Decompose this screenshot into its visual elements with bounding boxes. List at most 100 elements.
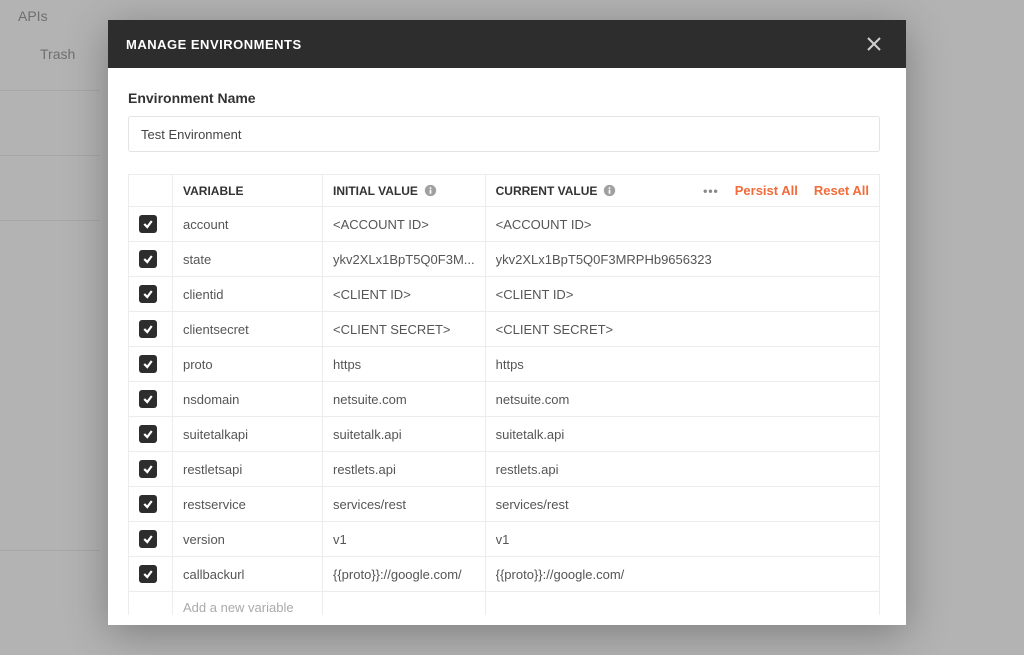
add-variable-placeholder: Add a new variable — [183, 600, 294, 615]
current-value: <CLIENT SECRET> — [496, 322, 869, 337]
current-value-cell[interactable]: <CLIENT ID> — [485, 277, 879, 312]
row-checkbox-cell — [129, 452, 173, 487]
current-value-cell[interactable]: suitetalk.api — [485, 417, 879, 452]
row-checkbox-cell — [129, 277, 173, 312]
add-variable-row[interactable]: Add a new variable — [129, 592, 880, 616]
row-checkbox[interactable] — [139, 390, 157, 408]
current-value-cell[interactable]: services/rest — [485, 487, 879, 522]
check-icon — [142, 393, 154, 405]
initial-value: <CLIENT ID> — [333, 287, 475, 302]
current-value-cell[interactable]: restlets.api — [485, 452, 879, 487]
row-checkbox-cell — [129, 417, 173, 452]
variable-name-cell[interactable]: restletsapi — [173, 452, 323, 487]
variable-name: clientid — [183, 287, 312, 302]
current-value-cell[interactable]: https — [485, 347, 879, 382]
initial-value-cell[interactable]: services/rest — [323, 487, 486, 522]
row-checkbox-cell — [129, 347, 173, 382]
initial-value-cell[interactable]: <CLIENT ID> — [323, 277, 486, 312]
initial-value: https — [333, 357, 475, 372]
persist-all-button[interactable]: Persist All — [735, 183, 798, 198]
row-checkbox[interactable] — [139, 355, 157, 373]
variable-name-cell[interactable]: version — [173, 522, 323, 557]
row-checkbox[interactable] — [139, 460, 157, 478]
variable-name-cell[interactable]: clientsecret — [173, 312, 323, 347]
table-row: state ykv2XLx1BpT5Q0F3M... ykv2XLx1BpT5Q0F… — [129, 242, 880, 277]
initial-value: ykv2XLx1BpT5Q0F3M... — [333, 252, 475, 267]
check-icon — [142, 358, 154, 370]
check-icon — [142, 428, 154, 440]
env-name-input[interactable] — [128, 116, 880, 152]
info-icon[interactable] — [424, 184, 437, 197]
variable-name-cell[interactable]: clientid — [173, 277, 323, 312]
check-icon — [142, 288, 154, 300]
row-checkbox[interactable] — [139, 530, 157, 548]
initial-value: <ACCOUNT ID> — [333, 217, 475, 232]
table-row: versionv1v1 — [129, 522, 880, 557]
variable-name: nsdomain — [183, 392, 312, 407]
variable-name: suitetalkapi — [183, 427, 312, 442]
row-checkbox-cell — [129, 207, 173, 242]
current-value: https — [496, 357, 869, 372]
variable-name: account — [183, 217, 312, 232]
initial-value-cell[interactable]: restlets.api — [323, 452, 486, 487]
current-value-cell[interactable]: {{proto}}://google.com/ — [485, 557, 879, 592]
close-button[interactable] — [860, 30, 888, 58]
row-checkbox[interactable] — [139, 565, 157, 583]
check-icon — [142, 253, 154, 265]
check-icon — [142, 218, 154, 230]
row-checkbox[interactable] — [139, 320, 157, 338]
add-variable-cell[interactable]: Add a new variable — [173, 592, 323, 616]
header-variable: VARIABLE — [173, 175, 323, 207]
row-checkbox-cell — [129, 522, 173, 557]
row-checkbox-cell — [129, 242, 173, 277]
initial-value-cell[interactable]: ykv2XLx1BpT5Q0F3M... — [323, 242, 486, 277]
variable-name-cell[interactable]: proto — [173, 347, 323, 382]
current-value: restlets.api — [496, 462, 869, 477]
variable-name-cell[interactable]: callbackurl — [173, 557, 323, 592]
current-value-cell[interactable] — [485, 592, 879, 616]
initial-value-cell[interactable]: {{proto}}://google.com/ — [323, 557, 486, 592]
current-value: v1 — [496, 532, 869, 547]
current-value-cell[interactable]: <ACCOUNT ID> — [485, 207, 879, 242]
initial-value-cell[interactable]: <ACCOUNT ID> — [323, 207, 486, 242]
row-checkbox[interactable] — [139, 250, 157, 268]
header-initial: INITIAL VALUE — [323, 175, 486, 207]
current-value: services/rest — [496, 497, 869, 512]
reset-all-button[interactable]: Reset All — [814, 183, 869, 198]
variable-name-cell[interactable]: state — [173, 242, 323, 277]
current-value-cell[interactable]: <CLIENT SECRET> — [485, 312, 879, 347]
variable-name-cell[interactable]: suitetalkapi — [173, 417, 323, 452]
row-checkbox[interactable] — [139, 425, 157, 443]
current-value: suitetalk.api — [496, 427, 869, 442]
variable-name-cell[interactable]: account — [173, 207, 323, 242]
header-current-and-actions: CURRENT VALUE ••• Persist All Reset All — [485, 175, 879, 207]
row-checkbox[interactable] — [139, 285, 157, 303]
initial-value: {{proto}}://google.com/ — [333, 567, 475, 582]
modal-scroll[interactable]: Environment Name VARIABLE INITIAL VALUE — [128, 90, 886, 615]
row-checkbox[interactable] — [139, 215, 157, 233]
initial-value-cell[interactable]: netsuite.com — [323, 382, 486, 417]
initial-value-cell[interactable]: <CLIENT SECRET> — [323, 312, 486, 347]
variable-name-cell[interactable]: nsdomain — [173, 382, 323, 417]
initial-value-cell[interactable] — [323, 592, 486, 616]
current-value-cell[interactable]: netsuite.com — [485, 382, 879, 417]
info-icon[interactable] — [603, 184, 616, 197]
table-row: clientsecret<CLIENT SECRET><CLIENT SECRE… — [129, 312, 880, 347]
initial-value: suitetalk.api — [333, 427, 475, 442]
variable-name: proto — [183, 357, 312, 372]
initial-value-cell[interactable]: https — [323, 347, 486, 382]
current-value-cell[interactable]: v1 — [485, 522, 879, 557]
initial-value-cell[interactable]: v1 — [323, 522, 486, 557]
env-name-label: Environment Name — [128, 90, 880, 106]
initial-value-cell[interactable]: suitetalk.api — [323, 417, 486, 452]
current-value-cell[interactable]: ykv2XLx1BpT5Q0F3MRPHb9656323 — [485, 242, 879, 277]
row-checkbox[interactable] — [139, 495, 157, 513]
variable-name-cell[interactable]: restservice — [173, 487, 323, 522]
more-actions-button[interactable]: ••• — [703, 184, 719, 198]
check-icon — [142, 463, 154, 475]
table-row: restletsapirestlets.apirestlets.api — [129, 452, 880, 487]
current-value: netsuite.com — [496, 392, 869, 407]
row-checkbox-cell — [129, 312, 173, 347]
table-row: callbackurl {{proto}}://google.com/ {{prot… — [129, 557, 880, 592]
table-row: suitetalkapi suitetalk.api suitetalk.api — [129, 417, 880, 452]
